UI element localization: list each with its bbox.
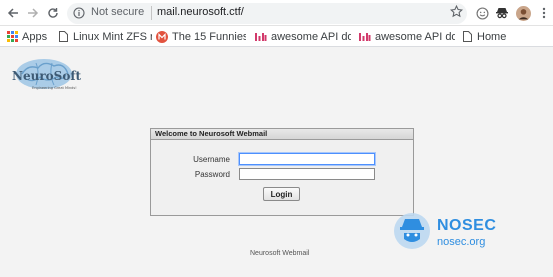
info-icon[interactable] xyxy=(73,6,85,24)
forward-arrow-icon xyxy=(28,8,39,18)
page-content: NeuroSoft Engineering Great Minds! Welco… xyxy=(0,48,553,277)
nosec-watermark: NOSEC nosec.org xyxy=(392,211,512,261)
bit-icon xyxy=(359,31,371,43)
reload-icon xyxy=(48,8,58,18)
bookmark-label: The 15 Funniest xyxy=(172,30,246,43)
bookmark-funniest[interactable]: The 15 Funniest xyxy=(156,29,246,44)
username-input[interactable] xyxy=(239,153,375,165)
extension-smiley-icon[interactable] xyxy=(474,5,490,21)
bookmark-awesome-api-2[interactable]: awesome API do xyxy=(359,29,455,44)
bookmark-label: Linux Mint ZFS r xyxy=(73,30,152,43)
bookmark-home[interactable]: Home xyxy=(461,29,509,44)
login-heading: Welcome to Neurosoft Webmail xyxy=(151,129,413,140)
bookmark-label: Apps xyxy=(22,30,48,43)
reload-button[interactable] xyxy=(44,4,62,22)
password-input[interactable] xyxy=(239,168,375,180)
neurosoft-logo: NeuroSoft Engineering Great Minds! xyxy=(8,57,86,97)
menu-kebab-icon[interactable] xyxy=(536,5,552,21)
page-icon xyxy=(57,31,69,43)
page-icon xyxy=(461,31,473,43)
back-button[interactable] xyxy=(4,4,22,22)
bookmarks-bar: Apps Linux Mint ZFS r The 15 Funniest aw… xyxy=(0,26,553,47)
apps-grid-icon xyxy=(6,31,18,43)
watermark-subtitle: nosec.org xyxy=(437,236,486,248)
login-button[interactable]: Login xyxy=(263,187,300,201)
security-status[interactable]: Not secure xyxy=(91,6,144,18)
bookmark-label: awesome API do xyxy=(271,30,351,43)
watermark-title: NOSEC xyxy=(437,217,497,234)
bookmark-label: awesome API do xyxy=(375,30,455,43)
page-footer: Neurosoft Webmail xyxy=(250,250,310,257)
logo-tagline: Engineering Great Minds! xyxy=(32,86,77,90)
address-bar[interactable]: Not secure mail.neurosoft.ctf/ xyxy=(67,3,467,24)
bit-icon xyxy=(255,31,267,43)
omnibox-divider xyxy=(151,6,152,20)
username-label: Username xyxy=(193,155,230,164)
url-text[interactable]: mail.neurosoft.ctf/ xyxy=(157,6,244,18)
login-panel: Welcome to Neurosoft Webmail Username Pa… xyxy=(150,128,414,216)
bookmark-linux-mint[interactable]: Linux Mint ZFS r xyxy=(57,29,152,44)
bookmark-label: Home xyxy=(477,30,507,43)
browser-toolbar: Not secure mail.neurosoft.ctf/ xyxy=(0,0,553,26)
logo-wordmark: NeuroSoft xyxy=(12,69,81,83)
profile-avatar[interactable] xyxy=(515,5,531,21)
brain-logo-icon: NeuroSoft Engineering Great Minds! xyxy=(12,59,81,90)
password-label: Password xyxy=(194,170,230,179)
forward-button[interactable] xyxy=(24,4,42,22)
back-arrow-icon xyxy=(7,8,18,18)
bookmark-awesome-api-1[interactable]: awesome API do xyxy=(255,29,351,44)
m-icon xyxy=(156,30,168,43)
bookmark-apps[interactable]: Apps xyxy=(6,29,50,44)
nosec-shield-icon xyxy=(394,213,430,249)
extension-spy-icon[interactable] xyxy=(494,5,510,21)
bookmark-star-icon[interactable] xyxy=(449,4,464,23)
